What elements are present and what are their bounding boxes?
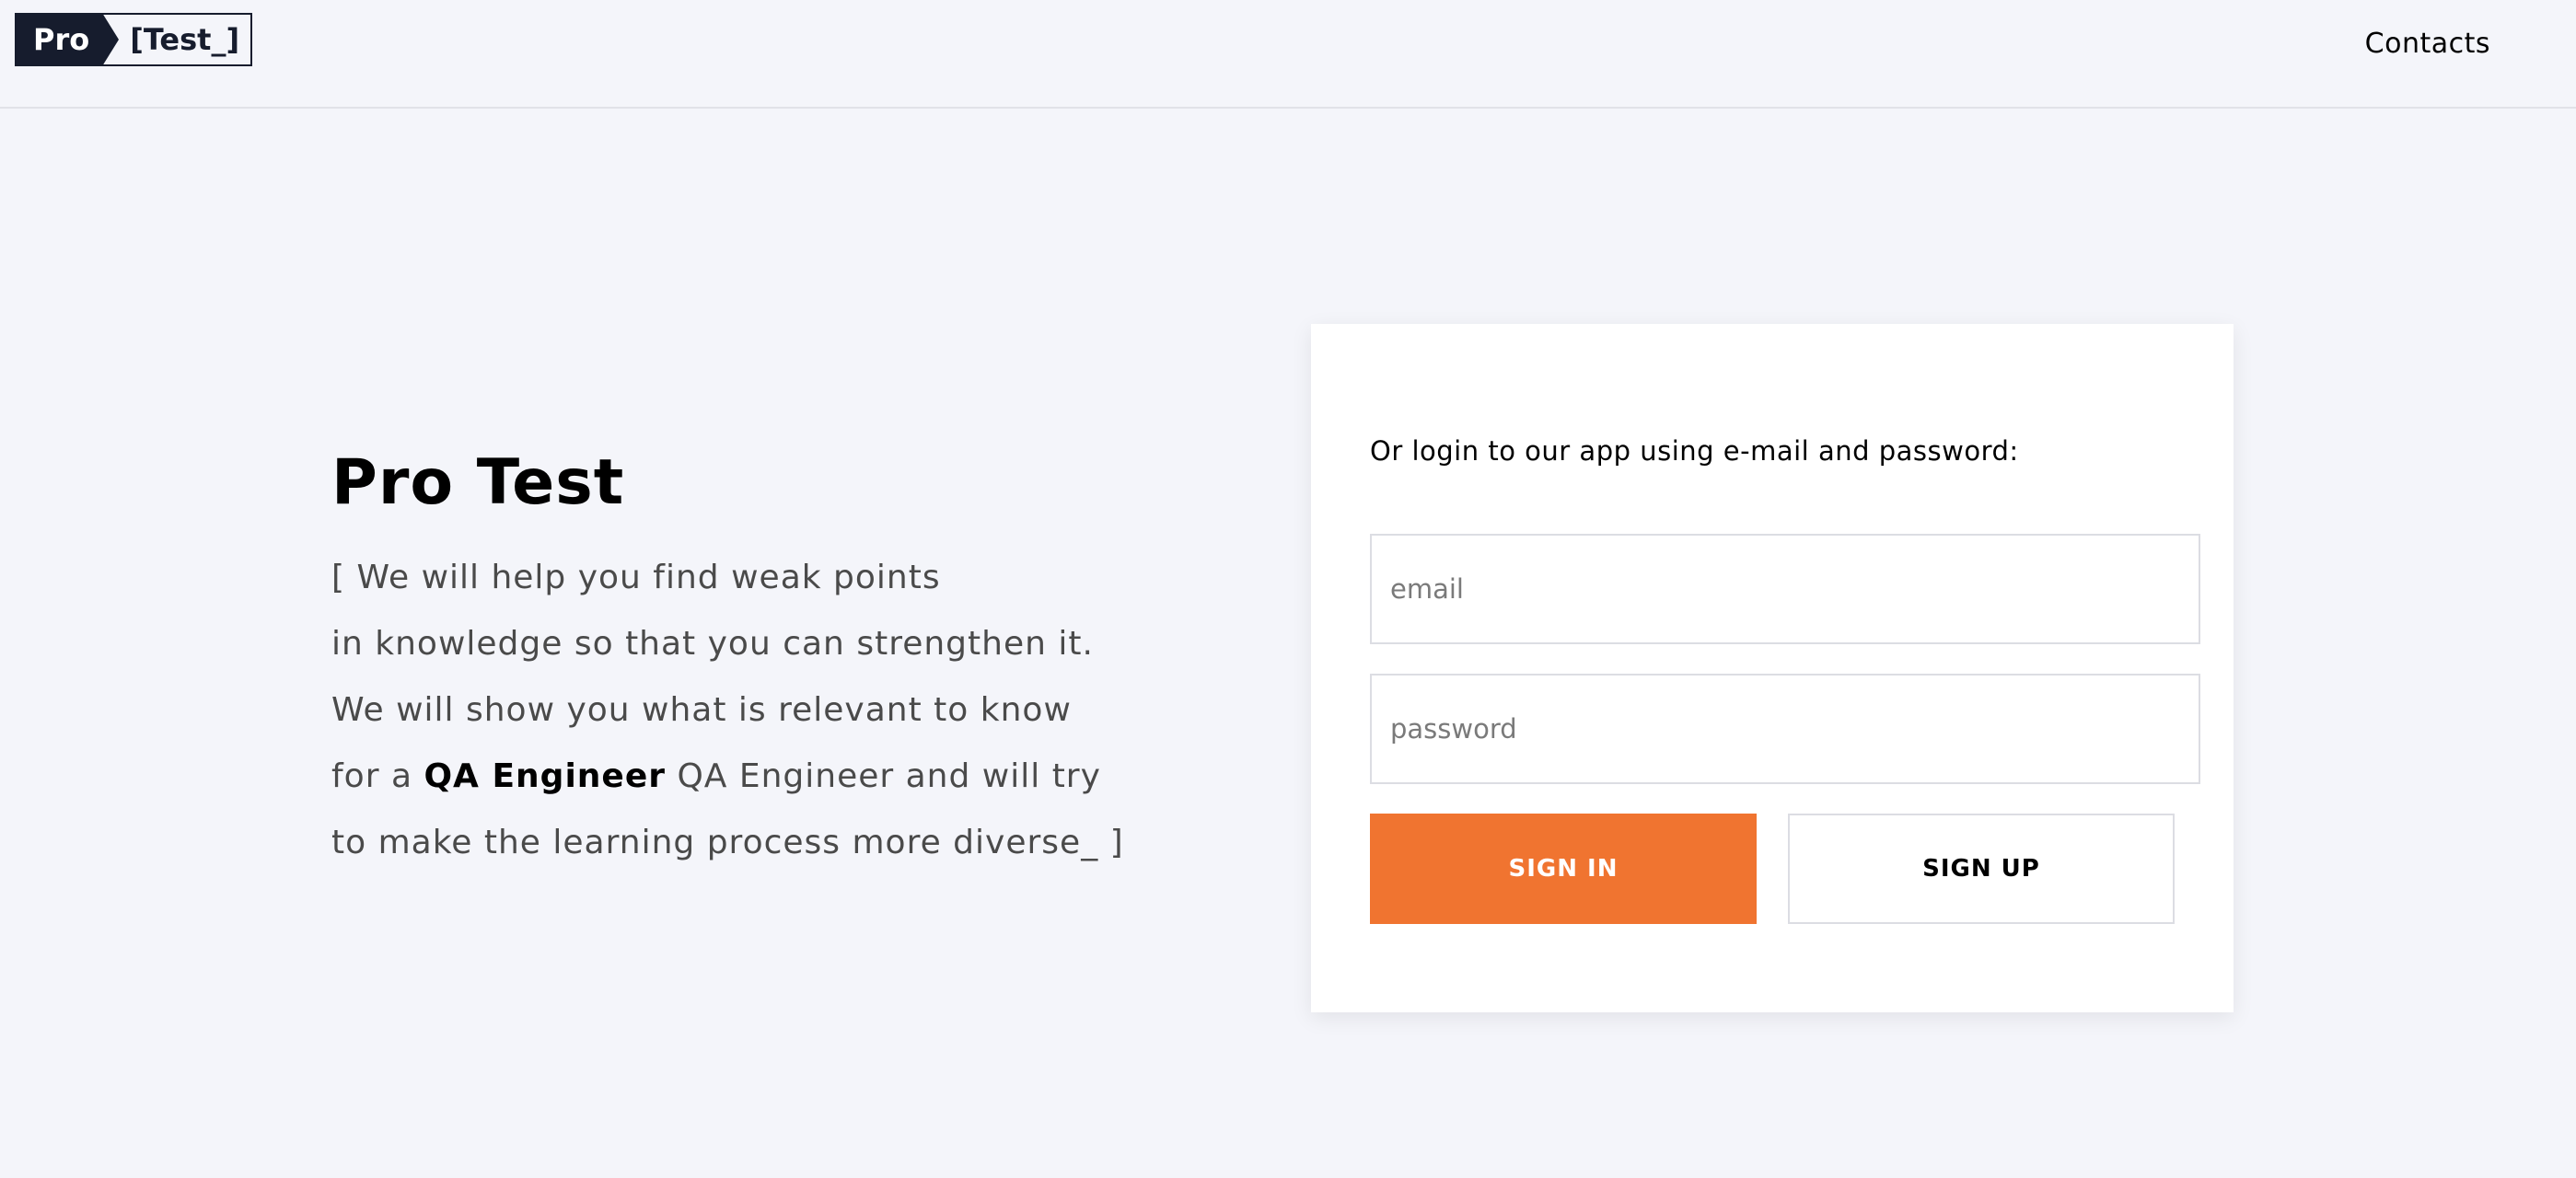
site-header: Pro [Test_] Contacts [0, 0, 2576, 109]
sign-up-button[interactable]: SIGN UP [1788, 814, 2175, 924]
hero-line-4-suffix: QA Engineer and will try [666, 757, 1101, 795]
hero-highlight-role: QA Engineer [424, 757, 666, 795]
hero-line-3: We will show you what is relevant to kno… [331, 691, 1072, 729]
logo[interactable]: Pro [Test_] [15, 13, 253, 66]
hero-line-5: to make the learning process more divers… [331, 824, 1124, 861]
password-input[interactable] [1370, 674, 2200, 784]
hero-line-4-prefix: for a [331, 757, 424, 795]
logo-pro-label: Pro [15, 13, 120, 66]
logo-test-label: [Test_] [102, 13, 253, 66]
sign-in-button[interactable]: SIGN IN [1370, 814, 1757, 924]
hero-section: Pro Test [ We will help you find weak po… [331, 442, 1160, 876]
email-input[interactable] [1370, 534, 2200, 644]
hero-description: [ We will help you find weak points in k… [331, 545, 1160, 876]
login-card: Or login to our app using e-mail and pas… [1311, 324, 2234, 1012]
hero-title: Pro Test [331, 446, 625, 519]
hero-line-4: for a QA Engineer QA Engineer and will t… [331, 744, 1160, 810]
hero-line-2: in knowledge so that you can strengthen … [331, 625, 1094, 663]
hero-line-1: [ We will help you find weak points [331, 559, 941, 596]
nav-contacts-link[interactable]: Contacts [2365, 24, 2490, 64]
login-intro-text: Or login to our app using e-mail and pas… [1370, 435, 2019, 467]
